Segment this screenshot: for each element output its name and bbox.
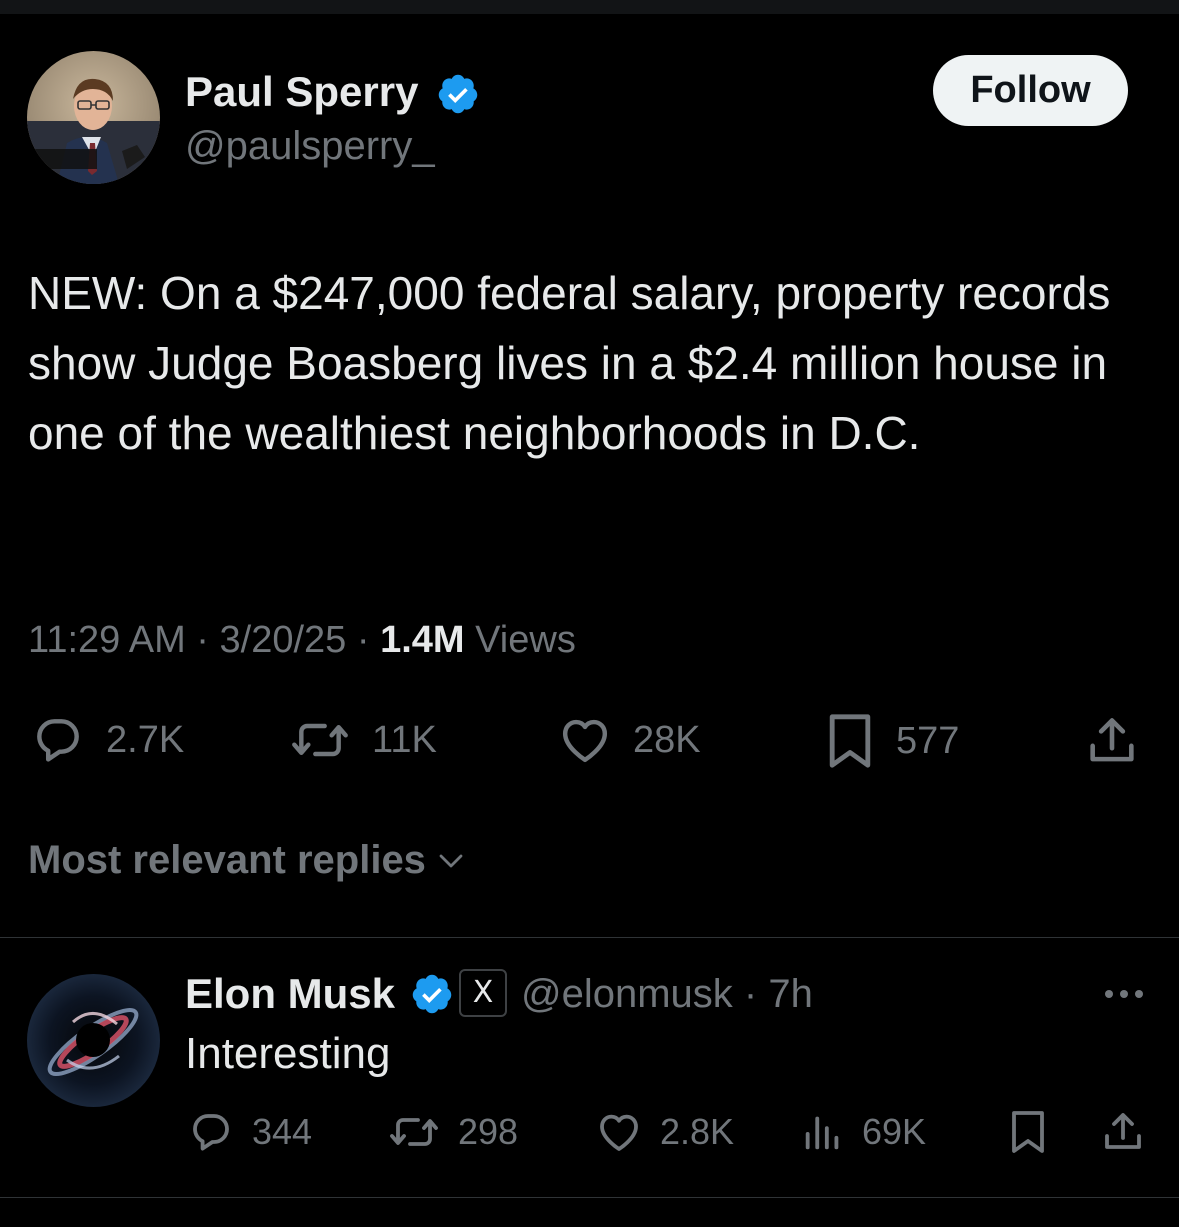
reply-like-button[interactable]: 2.8K — [594, 1108, 734, 1156]
like-count: 28K — [633, 718, 701, 761]
author-handle[interactable]: @paulsperry_ — [185, 120, 435, 172]
repost-icon — [292, 723, 348, 757]
bookmark-button[interactable]: 577 — [822, 710, 959, 772]
reply-author-name[interactable]: Elon Musk — [185, 968, 395, 1020]
reply-time[interactable]: 7h — [768, 972, 813, 1016]
section-divider — [0, 937, 1179, 938]
verified-badge-icon — [410, 972, 454, 1016]
views-label: Views — [475, 619, 576, 661]
heart-icon — [600, 1114, 638, 1151]
share-icon — [1105, 1113, 1141, 1149]
tweet-text: NEW: On a $247,000 federal salary, prope… — [28, 267, 1111, 459]
bookmark-icon — [829, 714, 871, 768]
reply-author-handle[interactable]: @elonmusk — [521, 972, 733, 1016]
bookmark-count: 577 — [896, 719, 960, 762]
replies-sort-label: Most relevant replies — [28, 838, 426, 882]
meta-separator: · — [356, 619, 370, 661]
heart-icon — [562, 719, 608, 763]
views-count: 1.4M — [380, 619, 465, 661]
reply-button[interactable]: 2.7K — [28, 712, 184, 768]
chevron-down-icon — [439, 854, 463, 867]
reply-share-button[interactable] — [1099, 1108, 1147, 1156]
bookmark-icon — [1012, 1111, 1044, 1153]
share-icon — [1090, 718, 1134, 762]
repost-icon — [390, 1118, 438, 1146]
reply-bookmark-button[interactable] — [1006, 1106, 1050, 1158]
verified-badge-icon — [436, 72, 480, 116]
author-avatar[interactable] — [27, 51, 160, 184]
share-button[interactable] — [1083, 712, 1141, 770]
more-options-button[interactable] — [1100, 984, 1148, 1009]
reply-reply-count: 344 — [252, 1111, 313, 1152]
section-divider — [0, 1197, 1179, 1198]
reply-icon — [37, 719, 79, 762]
follow-button[interactable]: Follow — [933, 55, 1128, 126]
reply-author-avatar[interactable] — [27, 974, 160, 1107]
reply-text: Interesting — [185, 1029, 391, 1078]
tweet-meta: 11:29 AM · 3/20/25 · 1.4M Views — [28, 612, 576, 668]
x-logo-icon: X — [472, 975, 494, 1010]
reply-count: 2.7K — [106, 718, 185, 761]
status-bar-strip — [0, 0, 1179, 14]
repost-count: 11K — [372, 718, 437, 761]
views-icon — [805, 1116, 839, 1150]
affiliate-x-badge[interactable]: X — [459, 969, 507, 1017]
meta-separator: · — [743, 972, 758, 1016]
meta-separator: · — [196, 619, 209, 661]
replies-sort-dropdown[interactable]: Most relevant replies — [28, 838, 468, 883]
like-button[interactable]: 28K — [555, 712, 701, 768]
repost-button[interactable]: 11K — [286, 712, 437, 768]
tweet-date[interactable]: 3/20/25 — [220, 619, 347, 661]
more-icon — [1105, 990, 1143, 998]
reply-views-count: 69K — [862, 1111, 927, 1152]
reply-repost-count: 298 — [458, 1111, 519, 1152]
reply-icon — [193, 1114, 229, 1151]
reply-reply-button[interactable]: 344 — [186, 1108, 312, 1156]
tweet-time[interactable]: 11:29 AM — [28, 619, 186, 661]
reply-views-button[interactable]: 69K — [800, 1108, 926, 1156]
reply-repost-button[interactable]: 298 — [386, 1108, 518, 1156]
reply-author-meta: @elonmusk · 7h — [521, 968, 813, 1020]
author-name[interactable]: Paul Sperry — [185, 66, 418, 118]
reply-like-count: 2.8K — [660, 1111, 735, 1152]
